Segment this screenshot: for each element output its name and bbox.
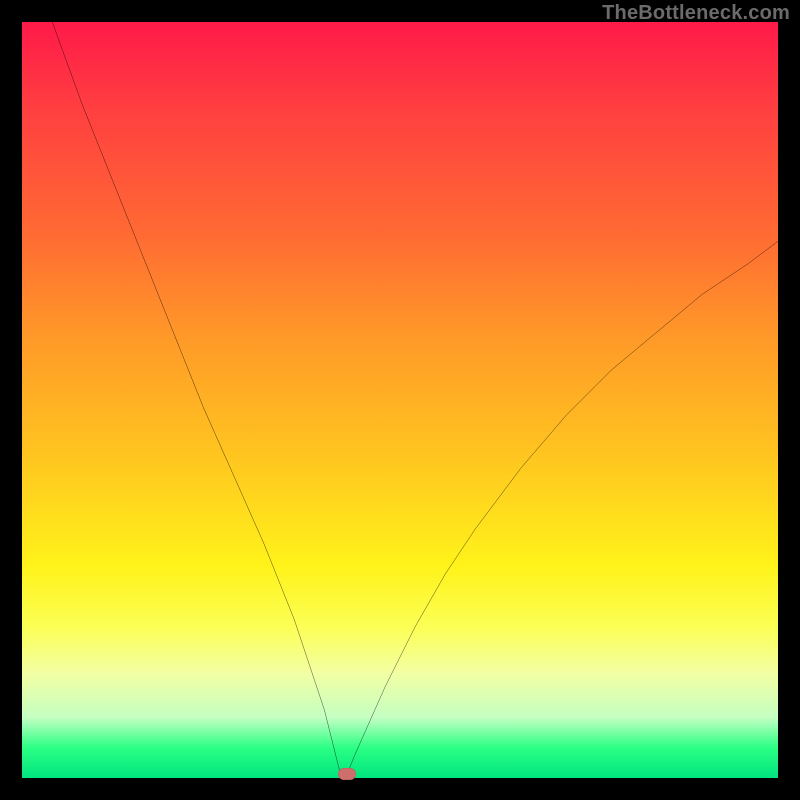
optimal-point-marker — [338, 768, 356, 780]
curve-layer — [22, 22, 778, 778]
plot-area — [22, 22, 778, 778]
chart-frame: TheBottleneck.com — [0, 0, 800, 800]
watermark-text: TheBottleneck.com — [602, 2, 790, 25]
bottleneck-curve — [52, 22, 778, 774]
